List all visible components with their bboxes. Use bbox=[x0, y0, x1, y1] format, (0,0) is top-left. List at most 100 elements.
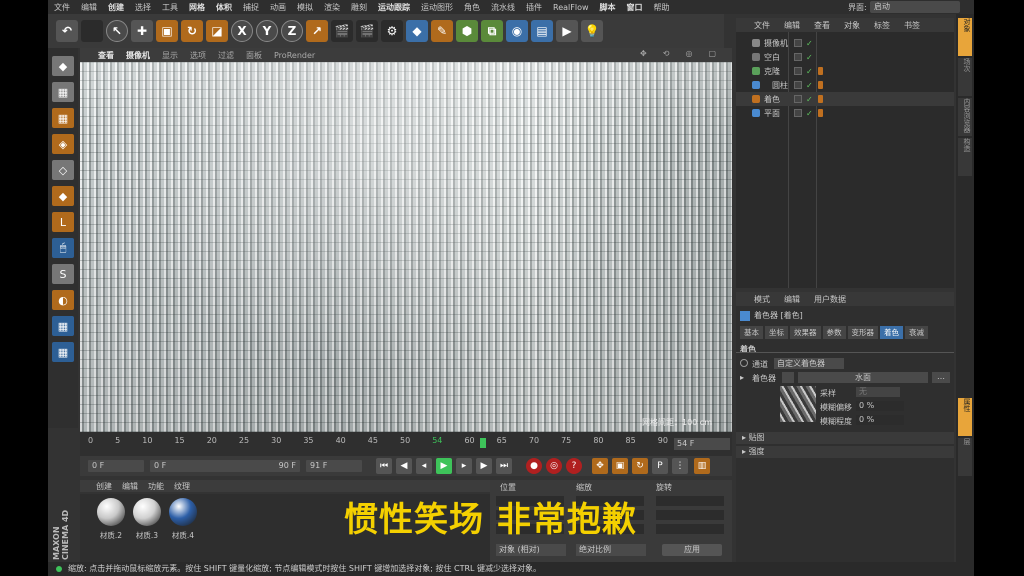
menu-item[interactable]: 动画 bbox=[270, 2, 286, 13]
x-axis-icon[interactable]: X bbox=[231, 20, 253, 42]
keyframe-selection-icon[interactable]: ? bbox=[566, 458, 582, 474]
object-name[interactable]: 克隆 bbox=[764, 66, 780, 77]
next-key-icon[interactable]: ▶ bbox=[476, 458, 492, 474]
shader-dropdown-icon[interactable] bbox=[782, 372, 794, 383]
layer-tag-icon[interactable] bbox=[794, 67, 802, 75]
preview-range-slider[interactable]: 0 F 90 F bbox=[150, 460, 300, 472]
viewport[interactable]: 网格间距：100 cm bbox=[80, 62, 732, 432]
menu-item[interactable]: 雕刻 bbox=[351, 2, 367, 13]
material-menu-item[interactable]: 功能 bbox=[148, 481, 164, 492]
right-dock-tab[interactable]: 场次 bbox=[958, 58, 972, 96]
menu-item[interactable]: 捕捉 bbox=[243, 2, 259, 13]
group-strength[interactable]: ▸ 强度 bbox=[736, 446, 954, 458]
object-menu-item[interactable]: 文件 bbox=[754, 20, 770, 31]
goto-start-icon[interactable]: ⏮ bbox=[376, 458, 392, 474]
prev-frame-icon[interactable]: ◂ bbox=[416, 458, 432, 474]
coord-mode-select[interactable]: 对象 (相对) bbox=[496, 544, 566, 556]
render-picture-viewer-icon[interactable]: 🎬 bbox=[356, 20, 378, 42]
layout-select[interactable]: 启动 bbox=[870, 1, 960, 13]
key-parameter-icon[interactable]: P bbox=[652, 458, 668, 474]
enabled-check-icon[interactable]: ✓ bbox=[806, 39, 813, 48]
move-icon[interactable]: ✚ bbox=[131, 20, 153, 42]
scale-icon[interactable]: ▣ bbox=[156, 20, 178, 42]
object-menu-item[interactable]: 编辑 bbox=[784, 20, 800, 31]
shader-more-button[interactable]: … bbox=[932, 372, 950, 383]
view-menu-item[interactable]: 查看 bbox=[98, 50, 114, 61]
menu-item[interactable]: 网格 bbox=[189, 2, 205, 13]
object-menu-item[interactable]: 对象 bbox=[844, 20, 860, 31]
channel-select[interactable]: 自定义着色器 bbox=[774, 358, 844, 369]
object-name[interactable]: 平面 bbox=[764, 108, 780, 119]
menu-item[interactable]: 模拟 bbox=[297, 2, 313, 13]
y-axis-icon[interactable]: Y bbox=[256, 20, 278, 42]
menu-item[interactable]: 编辑 bbox=[81, 2, 97, 13]
autokey-icon[interactable]: ◎ bbox=[546, 458, 562, 474]
film-icon[interactable]: ▥ bbox=[694, 458, 710, 474]
edges-mode-icon[interactable]: ◇ bbox=[52, 160, 74, 180]
model-mode-icon[interactable]: ◆ bbox=[52, 56, 74, 76]
object-row[interactable]: 着色 ✓ bbox=[736, 92, 954, 106]
material-tag-icon[interactable] bbox=[818, 109, 823, 117]
texture-mode-icon[interactable]: ▦ bbox=[52, 82, 74, 102]
render-view-icon[interactable]: 🎬 bbox=[331, 20, 353, 42]
play-icon[interactable]: ▶ bbox=[436, 458, 452, 474]
view-menu-item[interactable]: ProRender bbox=[274, 51, 315, 60]
undo-icon[interactable]: ↶ bbox=[56, 20, 78, 42]
menu-item[interactable]: 窗口 bbox=[627, 2, 643, 13]
menu-item[interactable]: 运动跟踪 bbox=[378, 2, 410, 13]
key-pla-icon[interactable]: ⋮ bbox=[672, 458, 688, 474]
attribute-subtab[interactable]: 坐标 bbox=[765, 326, 788, 339]
material-swatch[interactable]: 材质.2 bbox=[96, 498, 126, 541]
menu-item[interactable]: 选择 bbox=[135, 2, 151, 13]
key-position-icon[interactable]: ✥ bbox=[592, 458, 608, 474]
lock-workplane-icon[interactable]: ▦ bbox=[52, 316, 74, 336]
channel-radio[interactable] bbox=[740, 359, 748, 367]
attribute-subtab[interactable]: 衰减 bbox=[905, 326, 928, 339]
right-dock-tab[interactable]: 属性 bbox=[958, 398, 972, 436]
menu-item[interactable]: 创建 bbox=[108, 2, 124, 13]
points-mode-icon[interactable]: ◈ bbox=[52, 134, 74, 154]
polygons-mode-icon[interactable]: ◆ bbox=[52, 186, 74, 206]
blur-amount-field[interactable]: 0 % bbox=[856, 415, 904, 425]
object-row[interactable]: 克隆 ✓ bbox=[736, 64, 954, 78]
move-view-icon[interactable]: ✥ bbox=[640, 49, 647, 58]
material-tag-icon[interactable] bbox=[818, 95, 823, 103]
attribute-subtab[interactable]: 参数 bbox=[822, 326, 846, 339]
menu-item[interactable]: 运动图形 bbox=[421, 2, 453, 13]
menu-item[interactable]: 角色 bbox=[464, 2, 480, 13]
redo-icon[interactable] bbox=[81, 20, 103, 42]
z-axis-icon[interactable]: Z bbox=[281, 20, 303, 42]
menu-item[interactable]: 工具 bbox=[162, 2, 178, 13]
attribute-subtab[interactable]: 变形器 bbox=[847, 326, 878, 339]
apply-button[interactable]: 应用 bbox=[662, 544, 722, 556]
attribute-menu-item[interactable]: 模式 bbox=[754, 294, 770, 305]
object-name[interactable]: 摄像机 bbox=[764, 38, 788, 49]
floor-icon[interactable]: ▤ bbox=[531, 20, 553, 42]
object-name[interactable]: 圆柱 bbox=[772, 80, 788, 91]
menu-item[interactable]: 帮助 bbox=[654, 2, 670, 13]
key-scale-icon[interactable]: ▣ bbox=[612, 458, 628, 474]
attribute-subtab[interactable]: 效果器 bbox=[790, 326, 821, 339]
enabled-check-icon[interactable]: ✓ bbox=[806, 53, 813, 62]
object-name[interactable]: 着色 bbox=[764, 94, 780, 105]
timeline-ruler[interactable]: 0 5 10 15 20 25 30 35 40 45 50 54 60 65 70 75 80 85 90 bbox=[88, 436, 668, 446]
object-name[interactable]: 空白 bbox=[764, 52, 780, 63]
attribute-subtab[interactable]: 基本 bbox=[740, 326, 763, 339]
menu-item[interactable]: RealFlow bbox=[553, 3, 589, 12]
view-menu-item[interactable]: 选项 bbox=[190, 50, 206, 61]
menu-item[interactable]: 渲染 bbox=[324, 2, 340, 13]
object-row[interactable]: 圆柱 ✓ bbox=[736, 78, 954, 92]
magnet-icon[interactable]: ◐ bbox=[52, 290, 74, 310]
menu-item[interactable]: 插件 bbox=[526, 2, 542, 13]
menu-item[interactable]: 脚本 bbox=[600, 2, 616, 13]
rot-b-field[interactable] bbox=[656, 524, 724, 534]
next-frame-icon[interactable]: ▸ bbox=[456, 458, 472, 474]
right-dock-tab[interactable]: 内容浏览器 bbox=[958, 98, 972, 136]
light-icon[interactable]: 💡 bbox=[581, 20, 603, 42]
menu-item[interactable]: 体积 bbox=[216, 2, 232, 13]
material-tag-icon[interactable] bbox=[818, 67, 823, 75]
scale-mode-select[interactable]: 绝对比例 bbox=[576, 544, 646, 556]
start-frame-field[interactable]: 0 F bbox=[88, 460, 144, 472]
enabled-check-icon[interactable]: ✓ bbox=[806, 81, 813, 90]
maximize-view-icon[interactable]: ▢ bbox=[708, 49, 716, 58]
